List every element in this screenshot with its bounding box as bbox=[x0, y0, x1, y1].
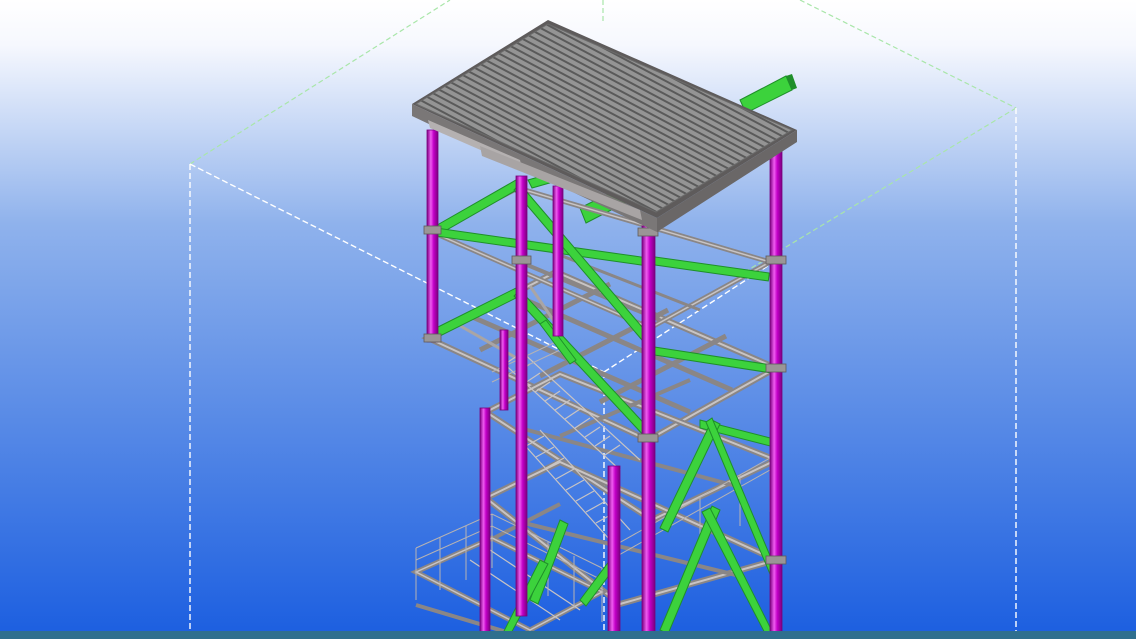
viewport-bottom-strip bbox=[0, 631, 1136, 639]
3d-model-view[interactable] bbox=[0, 0, 1136, 639]
model-viewport[interactable] bbox=[0, 0, 1136, 639]
